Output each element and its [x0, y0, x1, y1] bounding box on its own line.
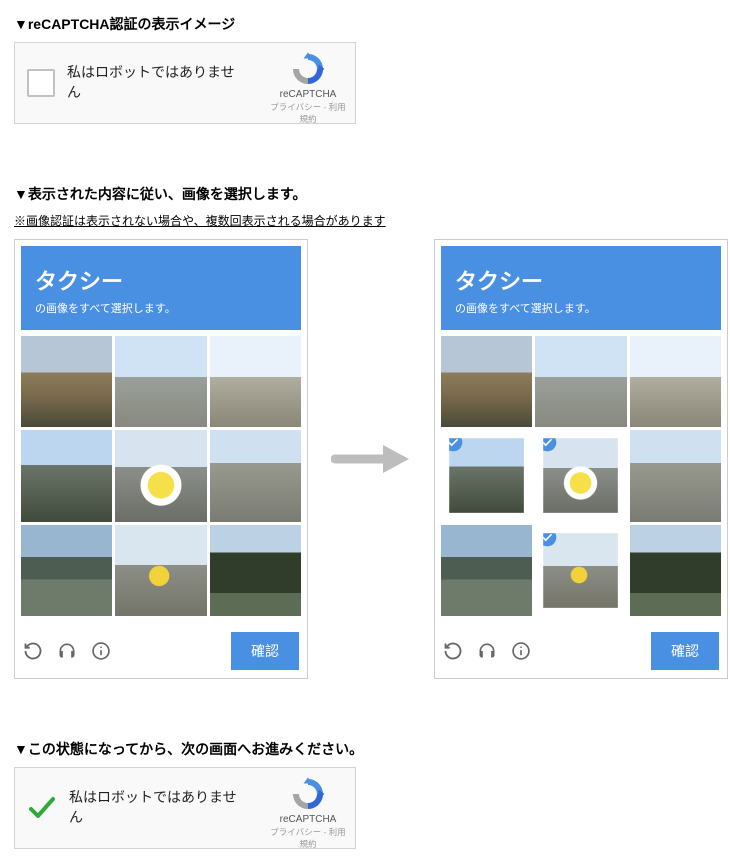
recaptcha-branding: reCAPTCHA プライバシー - 利用規約: [269, 51, 347, 125]
captcha-tile[interactable]: [441, 336, 532, 427]
recaptcha-brand-name: reCAPTCHA: [269, 814, 347, 825]
captcha-tile[interactable]: [21, 430, 112, 521]
captcha-tile[interactable]: [210, 336, 301, 427]
captcha-tile[interactable]: [449, 439, 524, 514]
recaptcha-checkmark-icon: [27, 793, 57, 823]
info-icon[interactable]: [511, 641, 531, 661]
challenge-header: タクシー の画像をすべて選択します。: [441, 246, 721, 330]
captcha-tile[interactable]: [210, 430, 301, 521]
headphones-icon[interactable]: [477, 641, 497, 661]
recaptcha-anchor-checked: 私はロボットではありません reCAPTCHA プライバシー - 利用規約: [14, 767, 356, 849]
confirm-button[interactable]: 確認: [231, 632, 299, 670]
challenge-grid: [21, 336, 301, 616]
recaptcha-label: 私はロボットではありません: [67, 63, 237, 102]
headphones-icon[interactable]: [57, 641, 77, 661]
recaptcha-checkbox[interactable]: [27, 69, 55, 97]
challenge-grid: [441, 336, 721, 616]
captcha-tile[interactable]: [544, 439, 619, 514]
captcha-tile[interactable]: [115, 336, 206, 427]
heading-recaptcha-display-sample: ▼reCAPTCHA認証の表示イメージ: [14, 14, 716, 34]
confirm-button[interactable]: 確認: [651, 632, 719, 670]
captcha-tile[interactable]: [544, 533, 619, 608]
challenge-header: タクシー の画像をすべて選択します。: [21, 246, 301, 330]
recaptcha-brand-name: reCAPTCHA: [269, 89, 347, 100]
recaptcha-links: プライバシー - 利用規約: [269, 826, 347, 850]
captcha-tile[interactable]: [535, 336, 626, 427]
check-icon: [544, 533, 557, 546]
challenge-footer: 確認: [441, 624, 721, 672]
subnote-image-verify: ※画像認証は表示されない場合や、複数回表示される場合があります: [14, 212, 716, 229]
captcha-tile[interactable]: [441, 525, 532, 616]
info-icon[interactable]: [91, 641, 111, 661]
challenge-category: タクシー: [35, 264, 287, 296]
recaptcha-label: 私はロボットではありません: [69, 788, 239, 827]
reload-icon[interactable]: [23, 641, 43, 661]
challenge-row: タクシー の画像をすべて選択します。 確認: [14, 239, 716, 679]
captcha-tile[interactable]: [21, 525, 112, 616]
challenge-category: タクシー: [455, 264, 707, 296]
captcha-tile[interactable]: [630, 430, 721, 521]
captcha-challenge-before: タクシー の画像をすべて選択します。 確認: [14, 239, 308, 679]
recaptcha-anchor-unchecked: 私はロボットではありません reCAPTCHA プライバシー - 利用規約: [14, 42, 356, 124]
challenge-instruction: の画像をすべて選択します。: [455, 300, 707, 316]
recaptcha-branding: reCAPTCHA プライバシー - 利用規約: [269, 776, 347, 850]
reload-icon[interactable]: [443, 641, 463, 661]
captcha-tile[interactable]: [630, 336, 721, 427]
captcha-tile[interactable]: [115, 430, 206, 521]
heading-select-images: ▼表示された内容に従い、画像を選択します。: [14, 184, 716, 204]
heading-proceed-next: ▼この状態になってから、次の画面へお進みください。: [14, 739, 716, 759]
recaptcha-logo-icon: [290, 51, 326, 87]
captcha-challenge-after: タクシー の画像をすべて選択します。 確認: [434, 239, 728, 679]
check-icon: [544, 439, 557, 452]
arrow-right-icon: [328, 439, 414, 479]
captcha-tile[interactable]: [115, 525, 206, 616]
challenge-footer: 確認: [21, 624, 301, 672]
captcha-tile[interactable]: [630, 525, 721, 616]
challenge-instruction: の画像をすべて選択します。: [35, 300, 287, 316]
recaptcha-logo-icon: [290, 776, 326, 812]
check-icon: [449, 439, 462, 452]
captcha-tile[interactable]: [21, 336, 112, 427]
recaptcha-links: プライバシー - 利用規約: [269, 101, 347, 125]
captcha-tile[interactable]: [210, 525, 301, 616]
